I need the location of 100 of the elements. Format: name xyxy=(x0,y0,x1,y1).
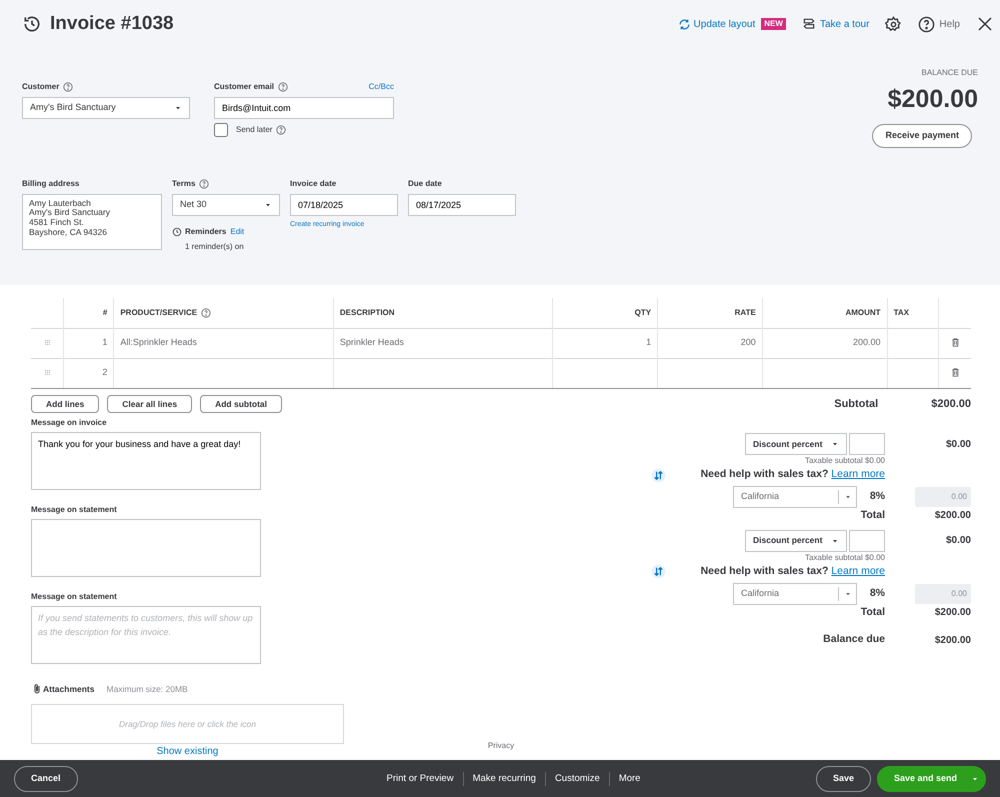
subtotal-value: $200.00 xyxy=(931,396,971,412)
cc-bcc-link[interactable]: Cc/Bcc xyxy=(368,80,394,92)
signpost-icon xyxy=(802,17,816,32)
learn-more-link[interactable]: Learn more xyxy=(831,564,885,577)
tax-rate-text: 8% xyxy=(868,586,885,601)
settings-icon[interactable] xyxy=(885,16,902,33)
column-header: RATE xyxy=(734,308,756,317)
footer-action-button[interactable]: Customize xyxy=(544,772,609,786)
tax-amount-field: 0.00 xyxy=(915,584,971,604)
privacy-text: Privacy xyxy=(488,740,514,752)
tax-rate-dropdown[interactable]: California xyxy=(733,582,857,604)
message-field[interactable]: If you send statements to customers, this will show up as the description for this invoice. xyxy=(31,606,261,664)
taxable-subtotal-text: Taxable subtotal $0.00 xyxy=(804,552,885,564)
drag-handle-icon[interactable] xyxy=(42,338,52,348)
field-label: Invoice date xyxy=(290,178,338,190)
edit-link[interactable]: Edit xyxy=(230,226,244,238)
balance-due-amount: $200.00 xyxy=(888,84,978,114)
help-icon[interactable] xyxy=(201,308,212,318)
message-label: Message on statement xyxy=(31,504,118,516)
save-button[interactable]: Save xyxy=(816,766,871,792)
reminders-status: 1 reminder(s) on xyxy=(185,240,245,252)
help-link[interactable]: Help xyxy=(918,16,960,33)
balance-due-label: BALANCE DUE xyxy=(922,66,978,78)
field-label: Customer email xyxy=(214,80,274,92)
line-action-button[interactable]: Add subtotal xyxy=(200,394,282,414)
table-cell: 200 xyxy=(740,337,756,348)
clock-icon xyxy=(172,226,182,236)
total-value: $200.00 xyxy=(934,606,971,620)
total-value: $200.00 xyxy=(934,509,971,524)
trash-icon[interactable] xyxy=(950,337,961,348)
sales-tax-help-text: Need help with sales tax? Learn more xyxy=(700,564,885,579)
checkbox-label: Send later xyxy=(236,124,272,136)
column-header: QTY xyxy=(634,308,652,317)
message-field[interactable]: Thank you for your business and have a great day! xyxy=(31,432,261,490)
column-header: TAX xyxy=(894,308,909,317)
tax-rate-text: 8% xyxy=(868,489,885,504)
send-later-checkbox[interactable] xyxy=(214,122,228,136)
caret-icon xyxy=(844,493,852,501)
invoice-title: Invoice #1038 xyxy=(50,12,174,36)
balance-due-value: $200.00 xyxy=(934,634,971,648)
message-label: Message on statement xyxy=(31,591,118,604)
sort-arrows-icon[interactable] xyxy=(651,564,666,580)
discount-amount: $0.00 xyxy=(944,534,971,548)
discount-amount: $0.00 xyxy=(944,438,971,452)
learn-more-link[interactable]: Learn more xyxy=(831,468,885,480)
sales-tax-help-text: Need help with sales tax? Learn more xyxy=(700,467,885,482)
help-icon[interactable] xyxy=(63,82,74,92)
drag-handle-icon[interactable] xyxy=(42,368,52,378)
help-icon xyxy=(918,16,936,33)
line-action-button[interactable]: Clear all lines xyxy=(107,394,192,414)
message-label: Message on invoice xyxy=(31,417,108,430)
terms-dropdown[interactable]: Net 30 xyxy=(172,194,280,216)
billing-address-field[interactable]: Amy Lauterbach Amy's Bird Sanctuary 4581 Finch St. Bayshore, CA 94326 xyxy=(22,194,162,250)
update-layout-link[interactable]: Update layout xyxy=(678,16,756,32)
take-tour-link[interactable]: Take a tour xyxy=(802,16,870,32)
footer-action-button[interactable]: More xyxy=(608,772,650,786)
receive-payment-button[interactable]: Receive payment xyxy=(872,124,972,148)
help-icon[interactable] xyxy=(199,178,210,188)
table-cell: 1 xyxy=(102,337,108,348)
email-field[interactable]: Birds@Intuit.com xyxy=(214,96,394,118)
max-size-text: Maximum size: 20MB xyxy=(106,682,188,696)
tax-amount-field: 0.00 xyxy=(915,487,971,507)
footer-action-button[interactable]: Make recurring xyxy=(462,772,545,786)
customer-dropdown[interactable]: Amy's Bird Sanctuary xyxy=(22,96,190,118)
taxable-subtotal-text: Taxable subtotal $0.00 xyxy=(804,455,885,468)
attachments-label: Attachments xyxy=(43,682,94,696)
field-label: Customer xyxy=(22,80,60,92)
table-cell: All:Sprinkler Heads xyxy=(120,337,197,348)
due-date-field[interactable]: 08/17/2025 xyxy=(408,194,516,216)
subtotal-label: Subtotal xyxy=(834,396,878,412)
column-header: PRODUCT/SERVICE xyxy=(120,308,198,317)
show-existing-link[interactable]: Show existing xyxy=(156,746,218,758)
close-icon[interactable] xyxy=(976,15,994,34)
trash-icon[interactable] xyxy=(950,367,961,378)
column-header: DESCRIPTION xyxy=(340,308,395,317)
balance-due-text: Balance due xyxy=(823,632,885,648)
discount-dropdown[interactable]: Discount percent xyxy=(745,433,847,456)
table-cell: 200.00 xyxy=(853,337,881,348)
invoice-date-field[interactable]: 07/18/2025 xyxy=(290,194,398,216)
tax-rate-dropdown[interactable]: California xyxy=(733,486,857,508)
discount-value-field[interactable] xyxy=(849,530,885,552)
new-badge: NEW xyxy=(761,18,786,30)
table-cell: Sprinkler Heads xyxy=(340,337,404,348)
history-icon xyxy=(22,14,42,34)
sort-arrows-icon[interactable] xyxy=(651,468,666,483)
field-label: Terms xyxy=(172,178,196,190)
cancel-button[interactable]: Cancel xyxy=(14,766,78,792)
message-field[interactable] xyxy=(31,519,261,578)
column-header: # xyxy=(102,308,108,317)
reminders-label: Reminders xyxy=(185,226,226,238)
field-label: Due date xyxy=(408,178,443,190)
discount-dropdown[interactable]: Discount percent xyxy=(745,530,847,552)
footer-action-button[interactable]: Print or Preview xyxy=(378,772,463,786)
help-icon[interactable] xyxy=(278,82,288,92)
refresh-icon xyxy=(678,18,691,31)
line-action-button[interactable]: Add lines xyxy=(31,394,100,414)
help-icon[interactable] xyxy=(276,124,286,134)
discount-value-field[interactable] xyxy=(849,433,885,456)
column-header: AMOUNT xyxy=(845,308,881,317)
field-label: Billing address xyxy=(22,178,80,190)
